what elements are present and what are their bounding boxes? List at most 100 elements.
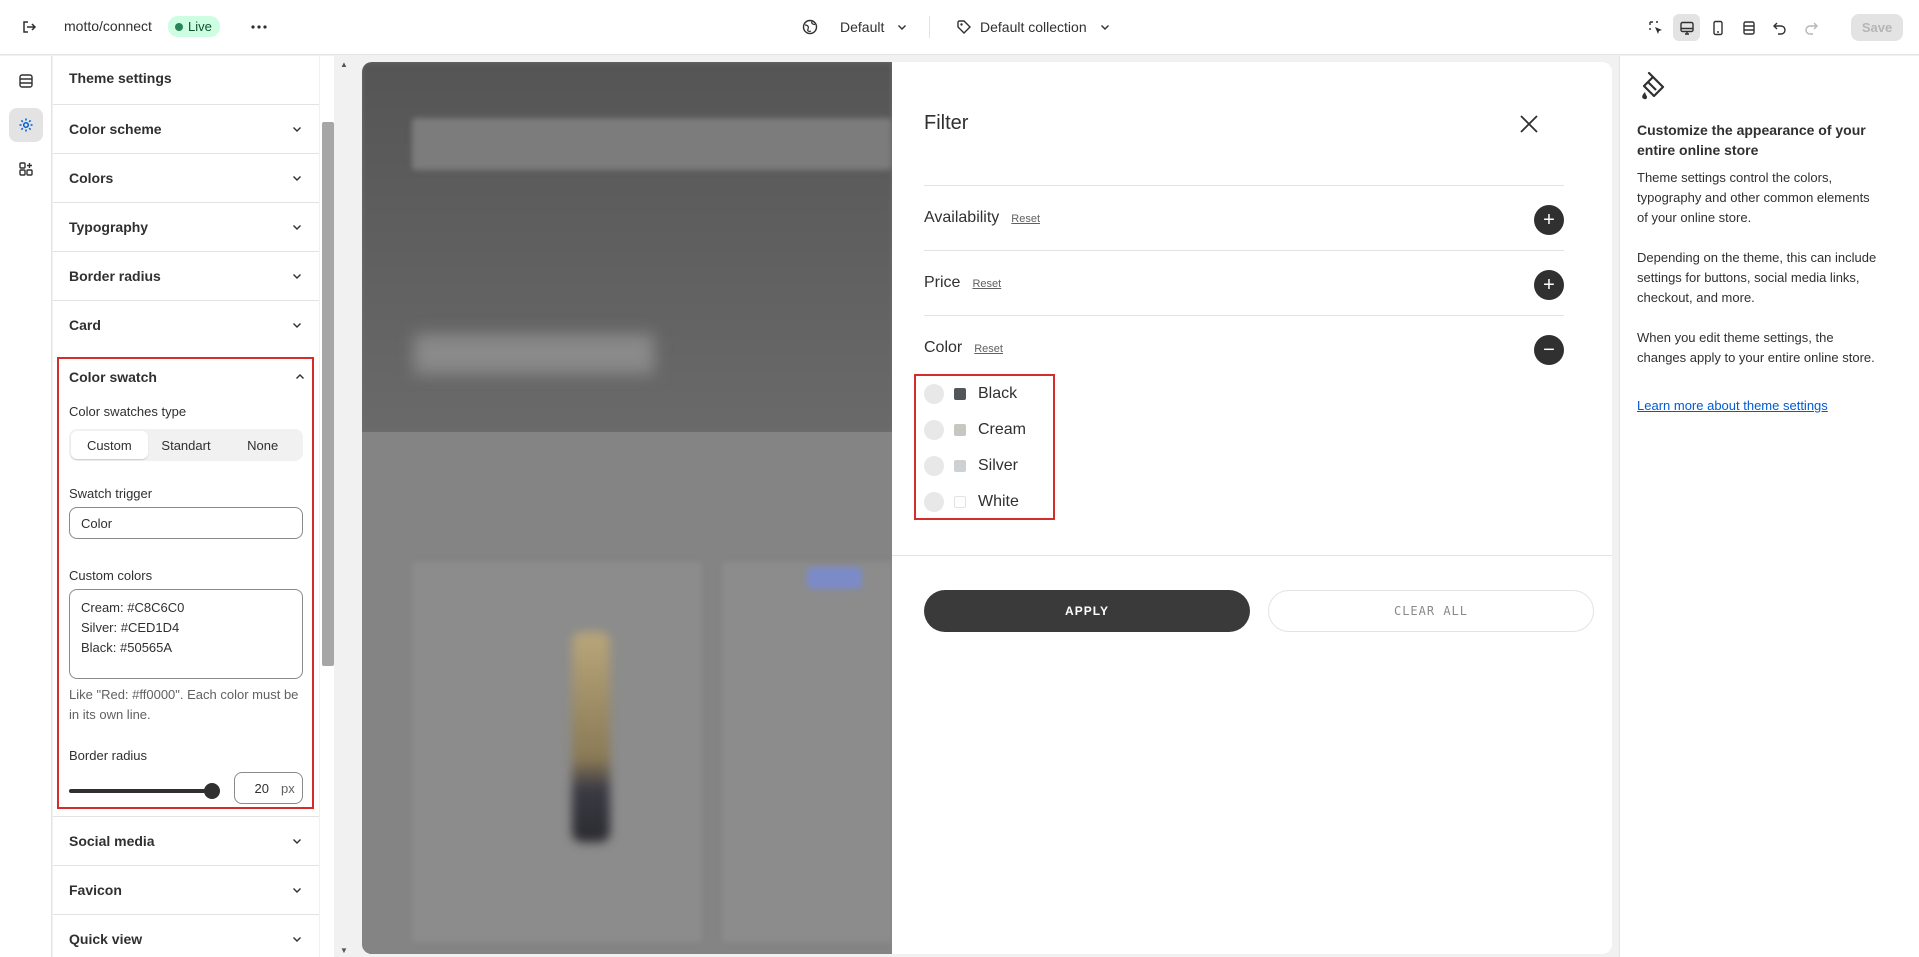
- chevron-down-icon: [293, 274, 301, 279]
- chevron-down-icon: [293, 937, 301, 942]
- globe-icon: [802, 19, 818, 35]
- chevron-down-icon: [293, 839, 301, 844]
- save-button[interactable]: Save: [1851, 14, 1903, 41]
- swatch-type-standart[interactable]: Standart: [148, 431, 225, 459]
- border-radius-input[interactable]: 20 px: [234, 772, 303, 804]
- border-radius-slider-track[interactable]: [69, 789, 217, 793]
- theme-selector[interactable]: Default: [802, 16, 908, 38]
- chevron-up-icon: [296, 374, 304, 379]
- color-options-list: Black Cream Silver White: [914, 374, 1055, 520]
- color-swatch-white: [954, 496, 966, 508]
- filter-row-availability[interactable]: Availability Reset +: [924, 185, 1564, 250]
- preview-product-badge: [807, 567, 862, 589]
- apps-icon[interactable]: [9, 152, 43, 186]
- color-label: Black: [978, 385, 1018, 402]
- scroll-down-icon[interactable]: ▼: [340, 946, 348, 955]
- filter-row-price[interactable]: Price Reset +: [924, 250, 1564, 315]
- live-badge: Live: [168, 16, 220, 37]
- desktop-view-icon[interactable]: [1673, 14, 1700, 41]
- sections-icon[interactable]: [9, 64, 43, 98]
- section-typography[interactable]: Typography: [53, 202, 319, 251]
- section-color-scheme[interactable]: Color scheme: [53, 104, 319, 153]
- color-radio[interactable]: [924, 384, 944, 404]
- color-swatch-black: [954, 388, 966, 400]
- section-card[interactable]: Card: [53, 300, 319, 349]
- section-colors[interactable]: Colors: [53, 153, 319, 202]
- border-radius-value: 20: [254, 780, 269, 796]
- plus-icon[interactable]: +: [1534, 205, 1564, 235]
- color-option-black[interactable]: Black: [924, 382, 1017, 406]
- filter-reset-link[interactable]: Reset: [1011, 213, 1040, 225]
- plus-icon[interactable]: +: [1534, 270, 1564, 300]
- border-radius-slider-handle[interactable]: [204, 783, 220, 799]
- info-paragraph: Depending on the theme, this can include…: [1637, 250, 1877, 305]
- swatch-trigger-label: Swatch trigger: [69, 486, 153, 501]
- top-bar: motto/connect Live Default Default colle…: [0, 0, 1919, 55]
- live-dot-icon: [175, 22, 183, 31]
- chevron-down-icon: [293, 888, 301, 893]
- section-label: Color scheme: [69, 121, 162, 137]
- info-title: Customize the appearance of your entire …: [1637, 122, 1866, 158]
- preview-product-image: [572, 632, 610, 842]
- filter-row-color[interactable]: Color Reset −: [924, 315, 1564, 380]
- color-option-cream[interactable]: Cream: [924, 418, 1026, 442]
- minus-icon[interactable]: −: [1534, 335, 1564, 365]
- color-swatch-cream: [954, 424, 966, 436]
- swatch-type-none[interactable]: None: [224, 431, 301, 459]
- border-radius-label: Border radius: [69, 748, 148, 763]
- collection-selector[interactable]: Default collection: [956, 16, 1111, 38]
- info-paragraph: When you edit theme settings, the change…: [1637, 330, 1875, 365]
- color-swatch-silver: [954, 460, 966, 472]
- section-social-media[interactable]: Social media: [53, 816, 319, 865]
- filter-reset-link[interactable]: Reset: [974, 343, 1003, 355]
- toolbar-icons: [1642, 14, 1824, 41]
- theme-settings-icon[interactable]: [9, 108, 43, 142]
- store-name[interactable]: motto/connect: [64, 18, 152, 34]
- undo-icon[interactable]: [1766, 14, 1793, 41]
- settings-title: Theme settings: [69, 70, 172, 86]
- color-swatch-header[interactable]: Color swatch: [69, 365, 306, 389]
- custom-colors-textarea[interactable]: Cream: #C8C6C0 Silver: #CED1D4 Black: #5…: [69, 589, 303, 679]
- inspector-icon[interactable]: [1642, 14, 1669, 41]
- color-radio[interactable]: [924, 492, 944, 512]
- close-icon[interactable]: [1517, 112, 1541, 136]
- section-border-radius[interactable]: Border radius: [53, 251, 319, 300]
- chevron-down-icon: [898, 25, 907, 30]
- color-radio[interactable]: [924, 456, 944, 476]
- paint-bucket-icon: [1642, 71, 1665, 100]
- section-label: Border radius: [69, 268, 161, 284]
- color-label: White: [978, 493, 1019, 510]
- more-actions-button[interactable]: [246, 14, 272, 40]
- swatch-type-segmented: Custom Standart None: [69, 429, 303, 461]
- section-color-swatch: Color swatch Color swatches type Custom …: [57, 357, 314, 809]
- apply-button[interactable]: APPLY: [924, 590, 1250, 632]
- section-label: Color swatch: [69, 369, 157, 385]
- filter-divider: [892, 555, 1612, 556]
- scroll-up-icon[interactable]: ▲: [340, 60, 348, 69]
- clear-all-button[interactable]: CLEAR ALL: [1268, 590, 1594, 632]
- section-label: Typography: [69, 219, 149, 235]
- full-width-view-icon[interactable]: [1735, 14, 1762, 41]
- section-favicon[interactable]: Favicon: [53, 865, 319, 914]
- filter-name: Availability: [924, 209, 1000, 226]
- filter-reset-link[interactable]: Reset: [972, 278, 1001, 290]
- color-option-silver[interactable]: Silver: [924, 454, 1018, 478]
- exit-icon[interactable]: [16, 14, 42, 40]
- mobile-view-icon[interactable]: [1704, 14, 1731, 41]
- settings-scrollbar-thumb[interactable]: [322, 122, 334, 666]
- preview-product-card: [412, 562, 702, 942]
- learn-more-link[interactable]: Learn more about theme settings: [1637, 398, 1828, 413]
- color-radio[interactable]: [924, 420, 944, 440]
- chevron-down-icon: [293, 225, 301, 230]
- swatch-trigger-input[interactable]: Color: [69, 507, 303, 539]
- chevron-down-icon: [1100, 25, 1109, 30]
- filter-drawer: Filter Availability Reset + Price Reset …: [892, 62, 1612, 954]
- redo-icon[interactable]: [1797, 14, 1824, 41]
- color-label: Cream: [978, 421, 1027, 438]
- section-label: Card: [69, 317, 101, 333]
- section-quick-view[interactable]: Quick view: [53, 914, 319, 957]
- custom-colors-label: Custom colors: [69, 568, 153, 583]
- theme-label: Default: [840, 19, 885, 35]
- color-option-white[interactable]: White: [924, 490, 1019, 514]
- swatch-type-custom[interactable]: Custom: [71, 431, 148, 459]
